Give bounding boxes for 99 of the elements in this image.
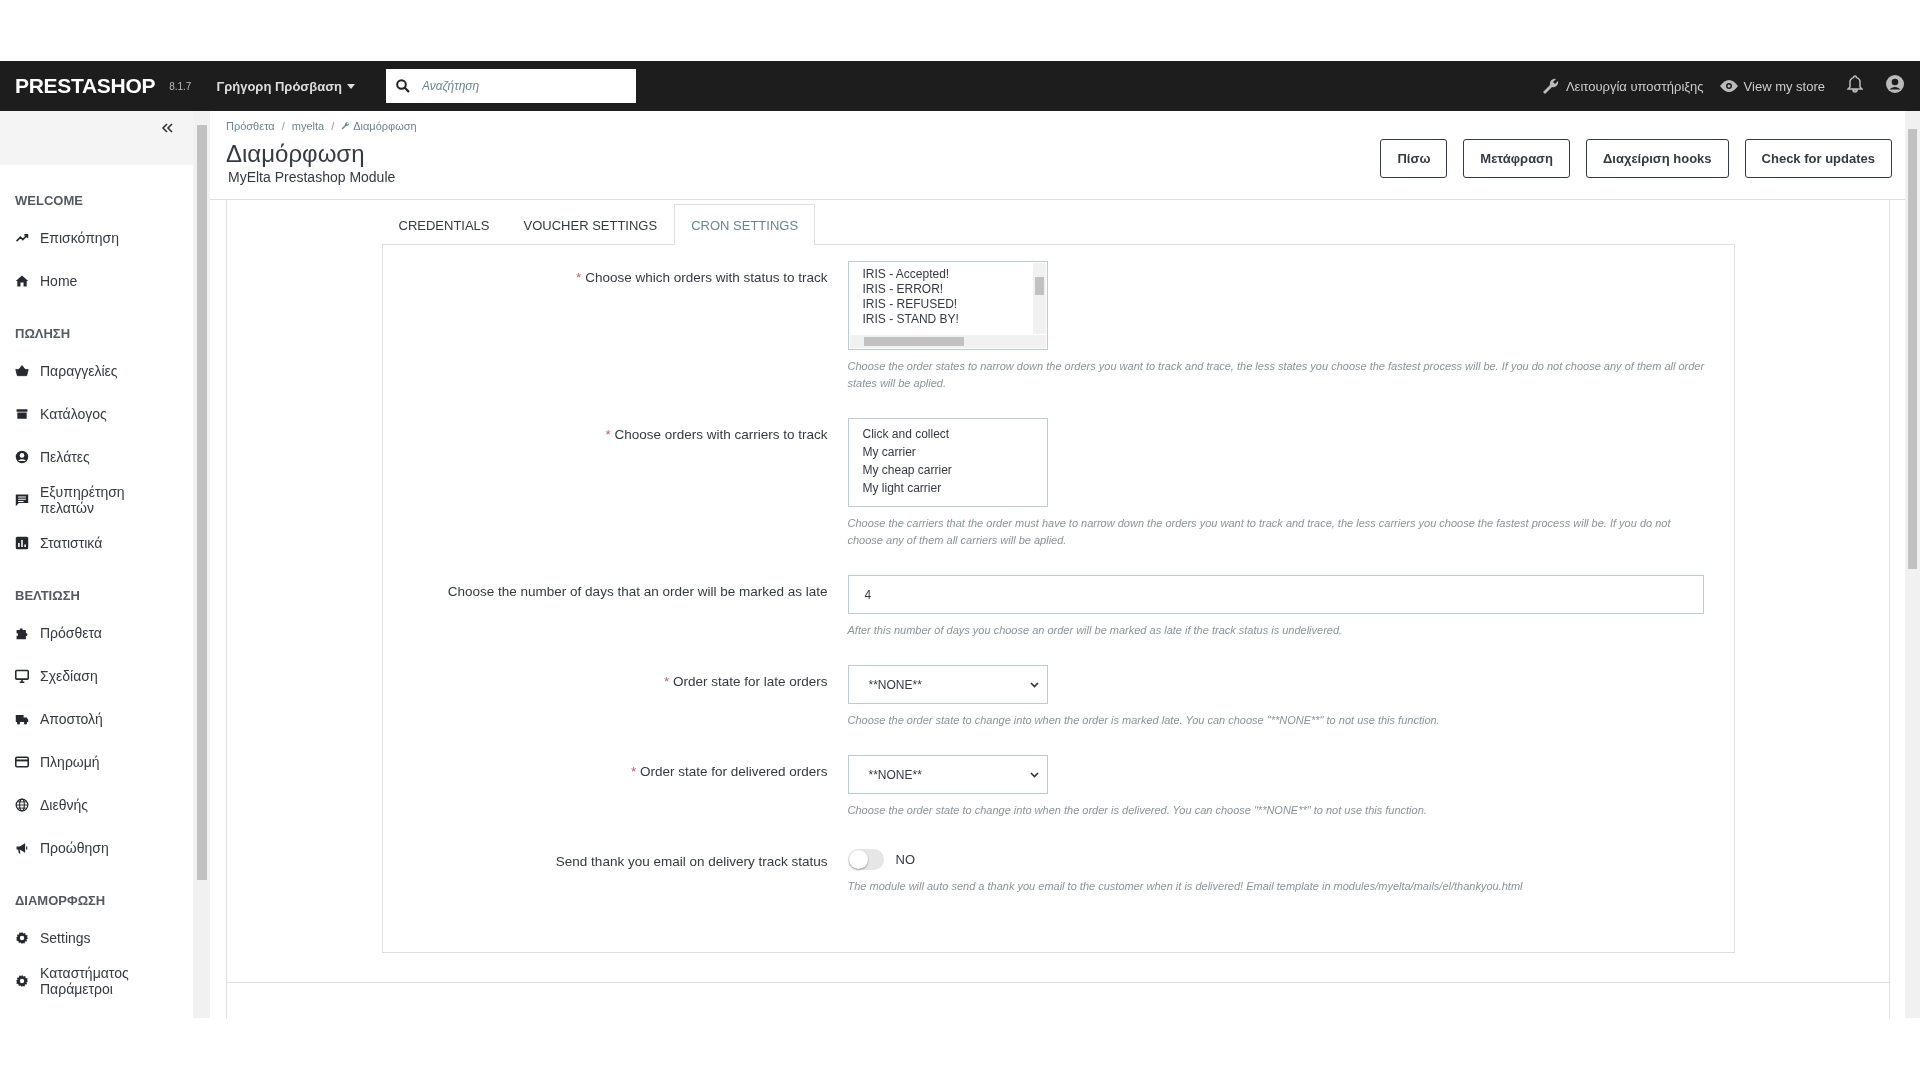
wrench-icon <box>1541 77 1560 95</box>
field-label: Send thank you email on delivery track status <box>554 853 828 871</box>
help-text: After this number of days you choose an order will be marked as late if the track status is undelivered. <box>847 623 1344 638</box>
sidebar-item[interactable]: Κατάλογος <box>0 392 193 435</box>
breadcrumb-separator: / <box>281 120 285 132</box>
days-input-field[interactable]: 4 <box>847 575 1704 614</box>
toggle-state-label: NO <box>895 852 915 867</box>
help-text: The module will auto send a thank you email to the customer when it is delivered! Email template in modules/myelta/mails/el/thankyou.html <box>847 879 1524 894</box>
page-title: Διαμόρφωση <box>226 140 366 168</box>
sidebar-item[interactable]: Home <box>0 259 193 302</box>
version-label: 8.1.7 <box>169 80 192 92</box>
sidebar-scrollbar[interactable] <box>193 111 210 1018</box>
page-scrollbar[interactable] <box>1905 111 1920 1018</box>
list-option[interactable]: IRIS - ERROR! <box>862 282 1033 297</box>
sidebar-section-title: ΠΩΛΗΣΗ <box>15 326 72 341</box>
order-state-dropdown[interactable]: **NONE** <box>847 755 1048 794</box>
sidebar-item[interactable]: Στατιστικά <box>0 521 193 564</box>
order-state-dropdown[interactable]: **NONE** <box>847 665 1048 704</box>
multi-select-list[interactable]: Click and collect My carrier My cheap carrier My light carrier <box>847 418 1048 507</box>
scrollbar-thumb[interactable] <box>1034 277 1044 295</box>
list-option[interactable]: IRIS - REFUSED! <box>862 297 1033 312</box>
puzzle-icon <box>15 625 29 640</box>
required-mark: * <box>576 270 582 285</box>
chevron-down-icon <box>1029 771 1039 778</box>
list-option[interactable]: My cheap carrier <box>862 461 1047 479</box>
tab[interactable]: CREDENTIALS <box>381 204 507 245</box>
sidebar-item[interactable]: Επισκόπηση <box>0 216 193 259</box>
toolbar-button[interactable]: Πίσω <box>1380 139 1448 178</box>
store-icon <box>15 406 29 421</box>
field-label: * Choose orders with carriers to track <box>604 426 828 444</box>
basket-icon <box>15 363 29 378</box>
list-option[interactable]: My light carrier <box>862 479 1047 497</box>
help-text: Choose the order states to narrow down the orders you want to track and trace, the less states you choose the fastest process will be. If you do not choose any of them all order states will be aplied. <box>847 359 1706 391</box>
help-text: Choose the order state to change into when the order is delivered. You can choose "**NONE**" to not use this function. <box>847 803 1428 818</box>
caret-icon <box>347 83 355 89</box>
sidebar-item[interactable]: Πρόσθετα <box>0 611 193 654</box>
scrollbar[interactable] <box>849 335 1046 348</box>
scrollbar-thumb[interactable] <box>197 125 207 880</box>
sidebar-section-title: ΔΙΑΜΟΡΦΩΣΗ <box>15 893 107 908</box>
tab[interactable]: CRON SETTINGS <box>674 204 816 245</box>
field-label: Choose the number of days that an order will be marked as late <box>446 583 828 601</box>
toolbar-button[interactable]: Διαχείριση hooks <box>1585 139 1729 178</box>
person-icon <box>15 449 29 464</box>
scrollbar-thumb[interactable] <box>1908 129 1917 569</box>
field-label: * Order state for delivered orders <box>629 763 828 781</box>
field-label: * Order state for late orders <box>662 673 828 691</box>
chevron-down-icon <box>1029 681 1039 688</box>
sidebar-item[interactable]: Διεθνής <box>0 783 193 826</box>
sidebar-item[interactable]: Εξυπηρέτηση πελατών <box>0 478 193 521</box>
account-icon[interactable] <box>1885 74 1905 94</box>
eye-icon <box>1719 80 1738 92</box>
gear-icon <box>15 930 29 945</box>
toolbar-button[interactable]: Μετάφραση <box>1463 139 1570 178</box>
list-option[interactable]: Click and collect <box>862 425 1047 443</box>
breadcrumb-separator: / <box>331 120 335 132</box>
sidebar-item[interactable]: Προώθηση <box>0 826 193 869</box>
tab[interactable]: VOUCHER SETTINGS <box>506 204 675 245</box>
help-text: Choose the order state to change into when the order is marked late. You can choose "**NONE**" to not use this function. <box>847 713 1441 728</box>
sidebar-item[interactable]: Αποστολή <box>0 697 193 740</box>
toolbar-button[interactable]: Check for updates <box>1744 139 1892 178</box>
monitor-icon <box>15 668 29 683</box>
card-icon <box>15 754 29 769</box>
sidebar-item[interactable]: Παραγγελίες <box>0 349 193 392</box>
chat-icon <box>15 492 29 507</box>
sidebar-item[interactable]: Πληρωμή <box>0 740 193 783</box>
breadcrumb-link[interactable]: Πρόσθετα <box>226 120 275 132</box>
sidebar-section-title: WELCOME <box>15 193 84 208</box>
page-subtitle: MyElta Prestashop Module <box>228 169 397 185</box>
scrollbar[interactable] <box>1032 263 1046 334</box>
collapse-sidebar-button[interactable] <box>161 123 173 133</box>
sidebar-item[interactable]: Καταστήματος Παράμετροι <box>0 959 193 1002</box>
maintenance-link[interactable]: Λειτουργία υποστήριξης <box>1541 77 1704 95</box>
list-option[interactable]: IRIS - Accepted! <box>862 267 1033 282</box>
search-field[interactable]: Αναζήτηση <box>386 69 636 103</box>
sidebar-item[interactable]: Πελάτες <box>0 435 193 478</box>
sidebar-section-title: ΒΕΛΤΙΩΣΗ <box>15 588 81 603</box>
wrench-icon <box>341 121 351 130</box>
breadcrumb-link[interactable]: myelta <box>291 120 325 132</box>
list-option[interactable]: IRIS - STAND BY! <box>862 312 1033 327</box>
help-text: Choose the carriers that the order must have to narrow down the orders you want to track and trace, the less carriers you choose the fastest process will be. If you do not choose any of them all carriers will be aplied. <box>847 516 1672 548</box>
home-icon <box>15 273 29 288</box>
notification-bell-icon[interactable] <box>1847 75 1863 93</box>
field-label: * Choose which orders with status to track <box>575 269 828 287</box>
multi-select-list[interactable]: IRIS - Accepted! IRIS - ERROR! IRIS - REFUSED! IRIS - STAND BY! <box>847 261 1048 350</box>
quick-access-menu[interactable]: Γρήγορη Πρόσβαση <box>216 78 355 94</box>
gear-icon <box>15 973 29 988</box>
prestashop-logo[interactable]: PRESTASHOP <box>15 74 156 98</box>
globe-icon <box>15 797 29 812</box>
chart-icon <box>15 535 29 550</box>
required-mark: * <box>630 764 637 779</box>
toggle-switch[interactable] <box>847 849 884 870</box>
sidebar-item[interactable]: Settings <box>0 916 193 959</box>
view-store-link[interactable]: View my store <box>1719 78 1825 94</box>
required-mark: * <box>605 427 611 442</box>
sidebar-item[interactable]: Σχεδίαση <box>0 654 193 697</box>
required-mark: * <box>663 674 670 689</box>
list-option[interactable]: My carrier <box>862 443 1047 461</box>
breadcrumb-current: Διαμόρφωση <box>341 120 417 132</box>
scrollbar-thumb[interactable] <box>863 337 964 346</box>
